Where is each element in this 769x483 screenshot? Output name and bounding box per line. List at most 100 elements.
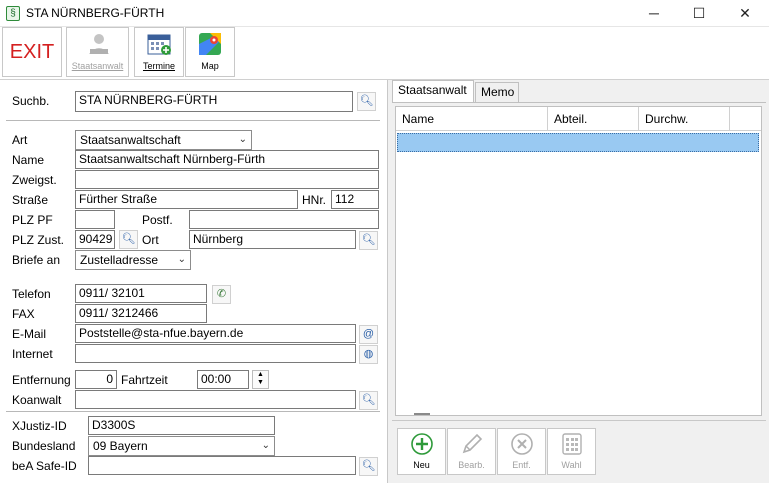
tab-memo[interactable]: Memo [475,82,519,102]
art-label: Art [12,133,28,147]
search-input[interactable]: STA NÜRNBERG-FÜRTH [75,91,353,112]
phone-keypad-icon [562,433,582,455]
bea-label: beA Safe-ID [12,459,77,473]
grid-header: Name Abteil. Durchw. [396,107,761,131]
zweigst-field[interactable] [75,170,379,189]
plzzust-label: PLZ Zust. [12,233,65,247]
bearb-button[interactable]: Bearb. [447,428,496,475]
internet-label: Internet [12,347,53,361]
map-label: Map [201,61,219,71]
chevron-down-icon: ⌄ [238,134,247,145]
entf-label: Entf. [512,460,531,470]
xjustiz-label: XJustiz-ID [12,419,67,433]
art-value: Staatsanwaltschaft [80,133,181,147]
art-select[interactable]: Staatsanwaltschaft ⌄ [75,130,252,150]
strasse-label: Straße [12,193,49,207]
tab-divider [392,102,766,103]
email-label: E-Mail [12,327,47,341]
address-form-panel: Suchb. STA NÜRNBERG-FÜRTH 🔍︎ Art Staatsa… [0,80,388,483]
minimize-button[interactable]: ─ [631,0,677,27]
divider [392,420,766,421]
tab-staatsanwalt[interactable]: Staatsanwalt [392,80,474,102]
column-abteil[interactable]: Abteil. [548,107,639,131]
neu-label: Neu [413,460,430,470]
person-icon [89,34,109,54]
briefe-value: Zustelladresse [80,253,159,267]
splitter-handle[interactable] [414,413,430,415]
telefon-field[interactable]: 0911/ 32101 [75,284,207,303]
termine-label: Termine [142,61,175,71]
ort-label: Ort [142,233,159,247]
title-bar: § STA NÜRNBERG-FÜRTH ─ ☐ ✕ [0,0,769,27]
search-icon[interactable]: 🔍︎ [357,92,376,111]
plzzust-field[interactable]: 90429 [75,230,115,249]
time-spinner[interactable]: ▲ ▼ [252,370,269,389]
chevron-down-icon: ⌄ [177,254,186,265]
koanwalt-search-icon[interactable]: 🔍︎ [359,391,378,410]
maximize-button[interactable]: ☐ [676,0,722,27]
search-label: Suchb. [12,94,50,108]
neu-button[interactable]: Neu [397,428,446,475]
xjustiz-field[interactable]: D3300S [88,416,275,435]
plzpf-field[interactable] [75,210,115,229]
window-title: STA NÜRNBERG-FÜRTH [26,6,165,20]
postf-label: Postf. [142,213,173,227]
delete-icon [511,433,533,455]
ort-search-icon[interactable]: 🔍︎ [359,231,378,250]
fahrzeit-label: Fahrtzeit [121,373,168,387]
bundesland-select[interactable]: 09 Bayern ⌄ [88,436,275,456]
close-button[interactable]: ✕ [722,0,768,27]
column-name[interactable]: Name [396,107,548,131]
plz-search-icon[interactable]: 🔍︎ [119,230,138,249]
entfernung-label: Entfernung [12,373,71,387]
add-icon [411,433,433,455]
bundesland-value: 09 Bayern [93,439,148,453]
briefe-label: Briefe an [12,253,61,267]
exit-button[interactable]: EXIT [2,27,62,77]
ort-field[interactable]: Nürnberg [189,230,356,249]
internet-field[interactable] [75,344,356,363]
name-label: Name [12,153,45,167]
divider [6,120,380,121]
staatsanwalt-button[interactable]: Staatsanwalt [66,27,129,77]
hnr-field[interactable]: 112 [331,190,379,209]
bea-field[interactable] [88,456,356,475]
map-icon [199,33,221,55]
hnr-label: HNr. [302,193,326,207]
briefe-select[interactable]: Zustelladresse ⌄ [75,250,191,270]
bundesland-label: Bundesland [12,439,76,453]
chevron-down-icon: ⌄ [261,440,270,451]
staatsanwalt-label: Staatsanwalt [71,61,124,71]
entf-button[interactable]: Entf. [497,428,546,475]
calendar-icon [147,34,171,55]
toolbar: EXIT Staatsanwalt Termine Map [0,27,769,80]
column-durchw[interactable]: Durchw. [639,107,730,131]
wahl-label: Wahl [561,460,582,470]
bea-search-icon[interactable]: 🔍︎ [359,457,378,476]
fax-field[interactable]: 0911/ 3212466 [75,304,207,323]
pencil-icon [462,433,483,454]
staatsanwalt-grid: Name Abteil. Durchw. [395,106,762,416]
app-icon: § [6,6,20,21]
divider [6,411,380,412]
globe-icon[interactable]: ◍ [359,345,378,364]
postf-field[interactable] [189,210,379,229]
plzpf-label: PLZ PF [12,213,53,227]
entfernung-field[interactable]: 0 [75,370,117,389]
telefon-label: Telefon [12,287,51,301]
fax-label: FAX [12,307,35,321]
koanwalt-label: Koanwalt [12,393,62,407]
fahrzeit-field[interactable]: 00:00 [197,370,249,389]
email-icon[interactable]: @ [359,325,378,344]
email-field[interactable]: Poststelle@sta-nfue.bayern.de [75,324,356,343]
bearb-label: Bearb. [458,460,485,470]
koanwalt-field[interactable] [75,390,356,409]
wahl-button[interactable]: Wahl [547,428,596,475]
zweigst-label: Zweigst. [12,173,57,187]
strasse-field[interactable]: Fürther Straße [75,190,298,209]
name-field[interactable]: Staatsanwaltschaft Nürnberg-Fürth [75,150,379,169]
map-button[interactable]: Map [185,27,235,77]
table-row[interactable] [397,133,759,152]
termine-button[interactable]: Termine [134,27,184,77]
phone-icon[interactable]: ✆ [212,285,231,304]
